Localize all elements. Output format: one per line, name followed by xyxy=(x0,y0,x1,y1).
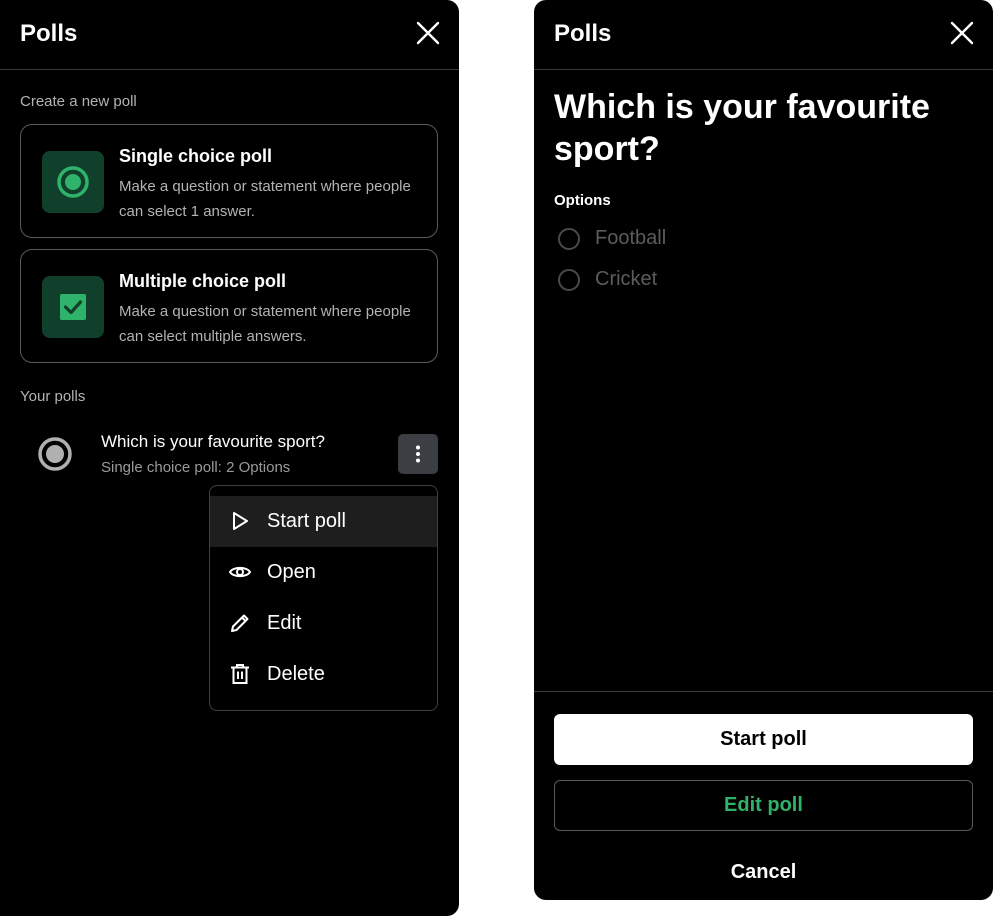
poll-type-title: Single choice poll xyxy=(119,146,273,166)
menu-item-label: Delete xyxy=(267,663,325,685)
single-choice-poll-card[interactable]: Single choice poll Make a question or st… xyxy=(20,124,438,238)
poll-option[interactable]: Cricket xyxy=(556,265,856,295)
cancel-button[interactable]: Cancel xyxy=(554,852,973,892)
options-label: Options xyxy=(554,192,611,209)
multiple-choice-poll-card[interactable]: Multiple choice poll Make a question or … xyxy=(20,249,438,363)
poll-options-button[interactable] xyxy=(398,434,438,474)
trash-icon xyxy=(228,662,252,686)
menu-item-open[interactable]: Open xyxy=(210,547,437,598)
panel-footer: Start poll Edit poll Cancel xyxy=(534,691,993,900)
close-icon xyxy=(416,21,440,45)
radio-selected-icon xyxy=(42,151,104,213)
start-poll-button[interactable]: Start poll xyxy=(554,714,973,765)
poll-option[interactable]: Football xyxy=(556,224,856,254)
poll-subtitle: Single choice poll: 2 Options xyxy=(101,459,291,476)
poll-type-description: Make a question or statement where peopl… xyxy=(119,178,411,220)
create-poll-label: Create a new poll xyxy=(20,93,137,110)
more-vertical-icon xyxy=(416,445,420,463)
menu-item-delete[interactable]: Delete xyxy=(210,649,437,700)
poll-type-title: Multiple choice poll xyxy=(119,271,287,291)
eye-icon xyxy=(228,560,252,584)
close-icon xyxy=(950,21,974,45)
play-icon xyxy=(228,509,252,533)
polls-panel-detail: Polls Which is your favourite sport? Opt… xyxy=(534,0,993,900)
close-button[interactable] xyxy=(415,20,441,46)
poll-question: Which is your favourite sport? xyxy=(554,88,930,168)
poll-context-menu: Start poll Open Edit Delete xyxy=(209,485,438,711)
panel-header: Polls xyxy=(534,0,993,70)
edit-poll-button[interactable]: Edit poll xyxy=(554,780,973,831)
radio-icon xyxy=(558,269,580,291)
panel-title: Polls xyxy=(20,20,78,47)
panel-header: Polls xyxy=(0,0,459,70)
poll-title[interactable]: Which is your favourite sport? xyxy=(101,432,325,452)
menu-item-edit[interactable]: Edit xyxy=(210,598,437,649)
radio-selected-icon xyxy=(37,436,73,472)
radio-icon xyxy=(558,228,580,250)
menu-item-label: Open xyxy=(267,561,316,583)
menu-item-label: Start poll xyxy=(267,510,346,532)
option-label: Football xyxy=(595,227,667,249)
pencil-icon xyxy=(228,611,252,635)
checkbox-checked-icon xyxy=(42,276,104,338)
your-polls-label: Your polls xyxy=(20,388,86,405)
menu-item-start-poll[interactable]: Start poll xyxy=(210,496,437,547)
menu-item-label: Edit xyxy=(267,612,302,634)
close-button[interactable] xyxy=(949,20,975,46)
option-label: Cricket xyxy=(595,268,658,290)
panel-title: Polls xyxy=(554,20,612,47)
poll-type-description: Make a question or statement where peopl… xyxy=(119,303,411,345)
polls-panel-list: Polls Create a new poll Single choice po… xyxy=(0,0,459,916)
